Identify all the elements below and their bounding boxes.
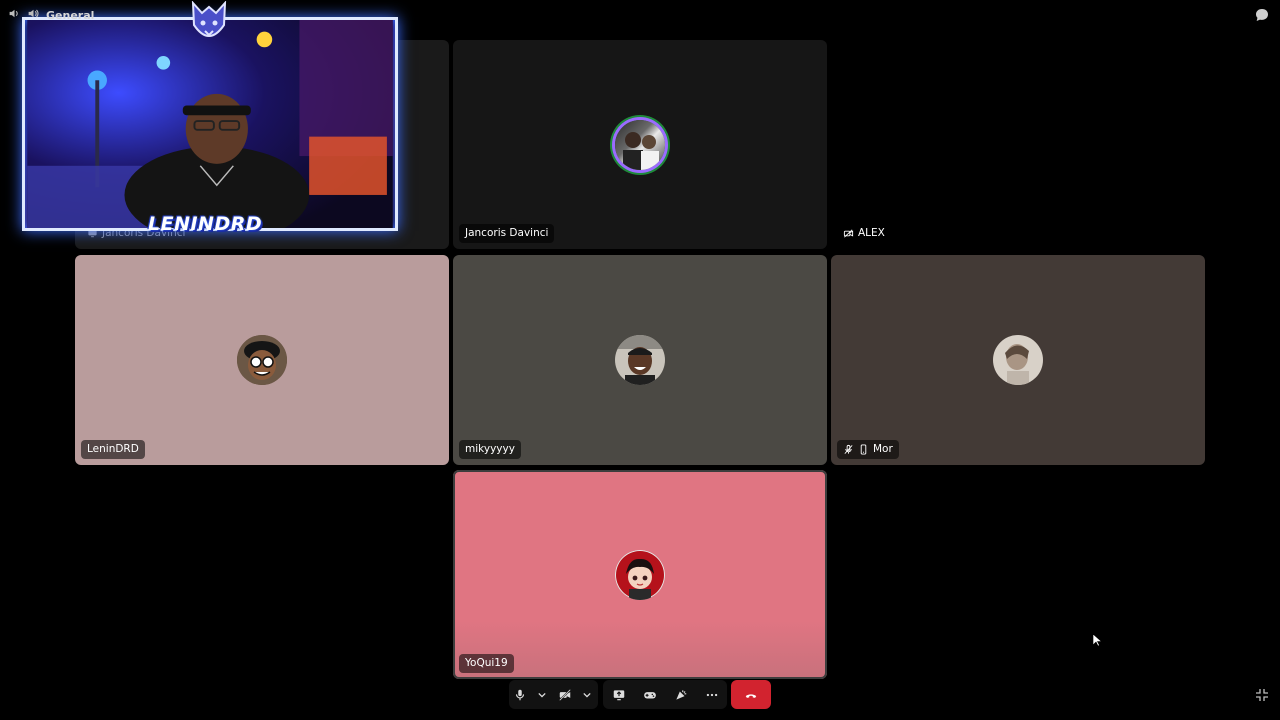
chat-icon[interactable] — [1254, 7, 1270, 23]
voice-channel-icon — [27, 7, 40, 23]
avatar — [993, 335, 1043, 385]
avatar — [615, 549, 665, 600]
stream-webcam-overlay — [22, 17, 398, 231]
microphone-icon[interactable] — [509, 684, 531, 706]
streamer-logo-text: LENINDRD — [148, 213, 263, 235]
participant-name: ALEX — [858, 227, 885, 239]
participant-tile[interactable]: Mor — [831, 255, 1205, 465]
participant-name: YoQui19 — [465, 657, 508, 669]
participant-nametag: Mor — [837, 440, 899, 459]
participant-name: Mor — [873, 443, 893, 455]
participant-name: LeninDRD — [87, 443, 139, 455]
webcam-scene — [27, 20, 393, 228]
muted-mic-icon — [844, 444, 853, 454]
disconnect-button[interactable] — [731, 680, 771, 709]
call-controls — [0, 680, 1280, 710]
participant-nametag: Jancoris Davinci — [459, 224, 555, 243]
disconnect-icon — [745, 693, 757, 698]
audio-video-controls — [509, 680, 598, 709]
mobile-icon — [860, 444, 867, 455]
screen-share-icon[interactable] — [608, 684, 630, 706]
video-off-icon — [843, 229, 854, 238]
mouse-cursor-icon — [1092, 632, 1103, 647]
participant-nametag: YoQui19 — [459, 654, 514, 673]
participant-name: mikyyyyy — [465, 443, 515, 455]
participant-tile[interactable]: Jancoris Davinci — [453, 40, 827, 249]
avatar — [615, 335, 665, 385]
avatar — [615, 119, 665, 170]
wolf-logo-icon — [191, 0, 227, 47]
participant-nametag: mikyyyyy — [459, 440, 521, 459]
activities-icon[interactable] — [639, 684, 661, 706]
exit-fullscreen-icon[interactable] — [1254, 687, 1270, 703]
camera-options-chevron-icon[interactable] — [576, 684, 598, 706]
more-options-icon[interactable] — [701, 684, 723, 706]
avatar — [237, 335, 287, 385]
participant-tile-active[interactable]: YoQui19 — [453, 470, 827, 679]
mic-options-chevron-icon[interactable] — [531, 684, 553, 706]
participant-name: Jancoris Davinci — [465, 227, 549, 239]
camera-off-icon[interactable] — [554, 684, 576, 706]
speaker-icon[interactable] — [8, 7, 21, 23]
participant-nametag: LeninDRD — [81, 440, 145, 459]
soundboard-icon[interactable] — [670, 684, 692, 706]
activity-controls — [603, 680, 727, 709]
participant-tile[interactable]: LeninDRD — [75, 255, 449, 465]
participant-tile[interactable]: mikyyyyy — [453, 255, 827, 465]
channel-name[interactable]: General — [46, 9, 94, 22]
participant-nametag: ALEX — [837, 224, 891, 243]
channel-header: General — [8, 6, 94, 24]
participant-tile-audio-only[interactable]: ALEX — [831, 40, 1205, 249]
